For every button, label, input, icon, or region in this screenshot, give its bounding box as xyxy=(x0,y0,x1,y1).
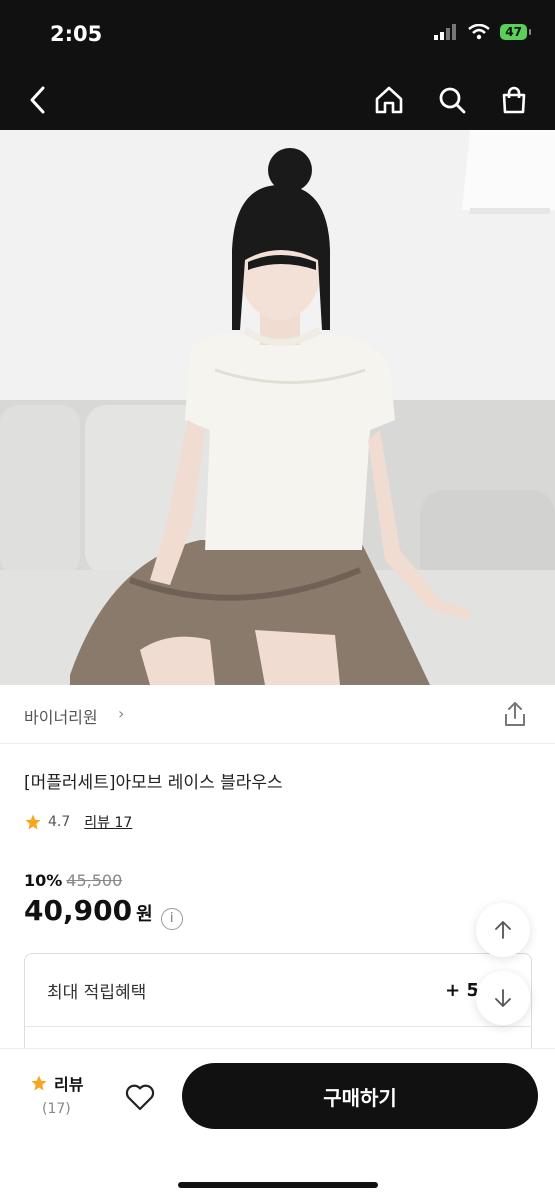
bottom-action-bar: 리뷰 (17) 구매하기 xyxy=(0,1048,555,1200)
info-icon[interactable]: i xyxy=(160,907,183,930)
original-price: 45,500 xyxy=(66,871,123,890)
product-photo xyxy=(0,130,555,685)
back-button[interactable] xyxy=(18,80,58,120)
heart-icon xyxy=(125,1084,155,1111)
arrow-down-icon xyxy=(495,989,511,1007)
rating-row: 4.7 리뷰 17 xyxy=(24,812,132,832)
discount-rate: 10% xyxy=(24,871,63,890)
status-bar: 2:05 47 xyxy=(0,0,555,70)
search-icon xyxy=(439,87,466,114)
battery-indicator: 47 xyxy=(500,24,531,40)
price-original-row: 10% 45,500 xyxy=(24,871,122,890)
brand-row[interactable]: 바이너리원 › xyxy=(0,686,555,744)
bottom-review-count: (17) xyxy=(42,1101,71,1117)
cart-icon xyxy=(502,86,526,114)
product-title: [머플러세트]아모브 레이스 블라우스 xyxy=(24,773,283,793)
search-button[interactable] xyxy=(432,80,472,120)
benefit-label: 최대 적립혜택 xyxy=(47,983,147,1003)
status-icons: 47 xyxy=(434,24,531,40)
share-button[interactable] xyxy=(501,700,529,728)
bottom-review-label-row: 리뷰 xyxy=(30,1071,90,1095)
final-price: 40,900 xyxy=(24,894,133,927)
home-button[interactable] xyxy=(369,80,409,120)
top-nav xyxy=(0,70,555,130)
brand-name[interactable]: 바이너리원 xyxy=(24,704,98,728)
star-icon xyxy=(25,814,41,830)
cart-button[interactable] xyxy=(494,80,534,120)
currency-unit: 원 xyxy=(136,904,153,925)
wifi-icon xyxy=(468,24,491,40)
price-row: 40,900 원 i xyxy=(24,894,183,930)
chevron-right-icon: › xyxy=(118,704,125,723)
rating-value: 4.7 xyxy=(48,814,71,830)
back-icon xyxy=(30,86,45,114)
home-indicator xyxy=(178,1182,378,1188)
divider xyxy=(25,1026,531,1027)
scroll-bottom-button[interactable] xyxy=(476,971,530,1025)
star-icon xyxy=(31,1075,47,1091)
bottom-review-label: 리뷰 xyxy=(54,1075,84,1094)
scroll-top-button[interactable] xyxy=(476,903,530,957)
product-image[interactable] xyxy=(0,130,555,685)
bottom-review-button[interactable]: 리뷰 (17) xyxy=(30,1071,90,1117)
arrow-up-icon xyxy=(495,921,511,939)
signal-icon xyxy=(434,24,457,40)
buy-button[interactable]: 구매하기 xyxy=(182,1063,538,1129)
home-icon xyxy=(375,86,403,114)
wishlist-button[interactable] xyxy=(120,1077,160,1117)
review-link[interactable]: 리뷰 17 xyxy=(84,812,132,832)
share-icon xyxy=(505,702,525,726)
status-time: 2:05 xyxy=(50,22,103,46)
benefit-value: + 5 xyxy=(445,980,479,1001)
